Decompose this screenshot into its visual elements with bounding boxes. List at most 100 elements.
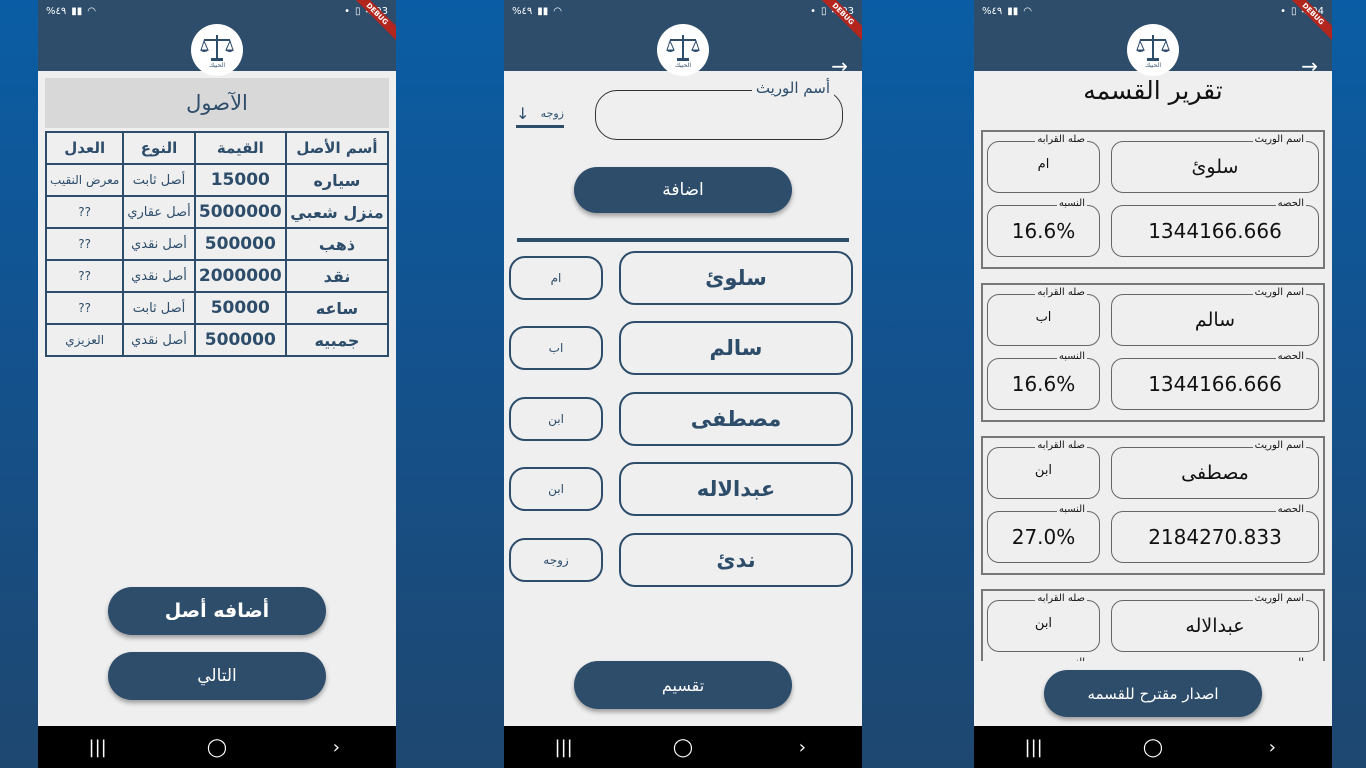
heir-name-pill[interactable]: سالم	[619, 321, 853, 375]
wifi-icon: ◠	[553, 5, 563, 17]
back-nav-icon[interactable]: ›	[772, 737, 832, 758]
vibrate-icon: ▯	[1291, 5, 1297, 17]
status-time: 4:04	[1301, 5, 1324, 17]
heir-name-pill[interactable]: عبدالاله	[619, 462, 853, 516]
share-field: الحصه 2184270.833	[1111, 504, 1319, 563]
table-row[interactable]: منزل شعبي 5000000 أصل عقاري??	[44, 195, 390, 229]
divider	[517, 238, 849, 242]
vibrate-icon: ▯	[355, 5, 361, 17]
header-asset-name: أسم الأصل	[284, 131, 390, 165]
report-screen: %٤٩ ▮▮ ◠ • ▯ 4:04 الحبيك → DEBUG تقرير القسم…	[974, 0, 1332, 768]
arrow-down-icon: ↓	[516, 104, 530, 123]
home-icon[interactable]: ◯	[1123, 737, 1183, 758]
logo-text: الحبيك	[674, 61, 692, 69]
table-row[interactable]: جمبيه 500000 أصل نقدي العزيزي	[44, 323, 390, 357]
heir-card: اسم الوريث مصطفى صله القرابه ابن الحصه 2184…	[981, 436, 1325, 575]
app-bar: الحبيك	[38, 22, 396, 76]
table-row[interactable]: ذهب 500000 أصل نقدي??	[44, 227, 390, 261]
heir-card: اسم الوريثعبدالاله صله القرابهابن الحصه …	[981, 589, 1325, 661]
heir-name-pill[interactable]: مصطفى	[619, 392, 853, 446]
home-icon[interactable]: ◯	[653, 737, 713, 758]
header-type: النوع	[122, 131, 196, 165]
android-nav-bar: ||| ◯ ›	[504, 726, 862, 768]
heir-card: اسم الوريث سلوئ صله القرابه ام الحصه 134416…	[981, 130, 1325, 269]
wifi-icon: ◠	[1023, 5, 1033, 17]
status-bar: %٤٩ ▮▮ ◠ • ▯ 4:03	[38, 0, 396, 22]
heir-name-field: اسم الوريث عبدالاله	[1111, 593, 1319, 652]
divide-button[interactable]: تقسيم	[574, 661, 792, 709]
scales-icon	[666, 34, 700, 61]
status-bar: %٤٩ ▮▮ ◠ • ▯ 4:04	[974, 0, 1332, 22]
share-field: الحصه 1344166.666	[1111, 351, 1319, 410]
wifi-icon: ◠	[87, 5, 97, 17]
heir-name-label: أسم الوريث	[751, 79, 834, 97]
app-logo: الحبيك	[1127, 24, 1179, 76]
heir-relation-pill[interactable]: ابن	[509, 467, 603, 511]
ratio-field: النسبه 27.0%	[987, 504, 1100, 563]
app-logo: الحبيك	[657, 24, 709, 76]
scales-icon	[1136, 34, 1170, 61]
next-button[interactable]: التالي	[108, 652, 326, 700]
issue-proposal-button[interactable]: اصدار مقترح للقسمه	[1044, 670, 1262, 717]
heir-relation-pill[interactable]: ام	[509, 256, 603, 300]
heir-name-field: اسم الوريث سلوئ	[1111, 134, 1319, 193]
vibrate-icon: ▯	[821, 5, 827, 17]
app-bar: الحبيك →	[504, 22, 862, 76]
report-list[interactable]: اسم الوريث سلوئ صله القرابه ام الحصه 134416…	[974, 122, 1332, 661]
back-nav-icon[interactable]: ›	[306, 737, 366, 758]
heir-name-field: اسم الوريث سالم	[1111, 287, 1319, 346]
battery-text: %٤٩	[46, 5, 67, 17]
status-bar: %٤٩ ▮▮ ◠ • ▯ 4:03	[504, 0, 862, 22]
dot-icon: •	[810, 5, 817, 17]
battery-text: %٤٩	[512, 5, 533, 17]
android-nav-bar: ||| ◯ ›	[974, 726, 1332, 768]
logo-text: الحبيك	[1144, 61, 1162, 69]
header-justification: العدل	[44, 131, 125, 165]
scales-icon	[200, 34, 234, 61]
recents-icon[interactable]: |||	[1004, 737, 1064, 758]
assets-table: أسم الأصل القيمة النوع العدل سياره 15000 أ…	[44, 131, 390, 357]
heir-relation-pill[interactable]: اب	[509, 326, 603, 370]
back-nav-icon[interactable]: ›	[1242, 737, 1302, 758]
signal-icon: ▮▮	[71, 5, 83, 17]
heir-relation-pill[interactable]: ابن	[509, 397, 603, 441]
heir-name-pill[interactable]: سلوئ	[619, 251, 853, 305]
add-asset-button[interactable]: أضافه أصل	[108, 587, 326, 635]
ratio-field: النسبه 16.6%	[987, 351, 1100, 410]
relation-field: صله القرابه ام	[987, 134, 1100, 193]
android-nav-bar: ||| ◯ ›	[38, 726, 396, 768]
signal-icon: ▮▮	[537, 5, 549, 17]
relation-selected: زوجه	[540, 107, 564, 120]
relation-field: صله القرابه اب	[987, 287, 1100, 346]
ratio-field: النسبه 16.6%	[987, 198, 1100, 257]
table-row[interactable]: ساعه 50000 أصل ثابت??	[44, 291, 390, 325]
heirs-screen: %٤٩ ▮▮ ◠ • ▯ 4:03 الحبيك → DEBUG أسم الوريث …	[504, 0, 862, 768]
arrow-right-icon[interactable]: →	[1301, 56, 1318, 76]
assets-title: الآصول	[45, 78, 389, 128]
add-heir-button[interactable]: اضافة	[574, 167, 792, 213]
assets-screen: %٤٩ ▮▮ ◠ • ▯ 4:03 الحبيك DEBUG الآصول أسم ال…	[38, 0, 396, 768]
relation-field: صله القرابه ابن	[987, 440, 1100, 499]
app-logo: الحبيك	[191, 24, 243, 76]
heir-name-field: اسم الوريث مصطفى	[1111, 440, 1319, 499]
heir-relation-pill[interactable]: زوجه	[509, 538, 603, 582]
recents-icon[interactable]: |||	[68, 737, 128, 758]
arrow-right-icon[interactable]: →	[831, 56, 848, 76]
dot-icon: •	[344, 5, 351, 17]
heir-card: اسم الوريث سالم صله القرابه اب الحصه 134416…	[981, 283, 1325, 422]
app-bar: الحبيك →	[974, 22, 1332, 76]
header-value: القيمة	[193, 131, 287, 165]
heir-name-input[interactable]	[595, 90, 843, 140]
home-icon[interactable]: ◯	[187, 737, 247, 758]
report-title: تقرير القسمه	[1083, 76, 1223, 105]
recents-icon[interactable]: |||	[534, 737, 594, 758]
dot-icon: •	[1280, 5, 1287, 17]
table-row[interactable]: سياره 15000 أصل ثابت معرض النقيب	[44, 163, 390, 197]
heir-name-pill[interactable]: ندئ	[619, 533, 853, 587]
relation-dropdown[interactable]: ↓ زوجه	[516, 104, 564, 128]
battery-text: %٤٩	[982, 5, 1003, 17]
signal-icon: ▮▮	[1007, 5, 1019, 17]
status-time: 4:03	[365, 5, 388, 17]
table-row[interactable]: نقد 2000000 أصل نقدي??	[44, 259, 390, 293]
share-field: الحصه 1344166.666	[1111, 198, 1319, 257]
